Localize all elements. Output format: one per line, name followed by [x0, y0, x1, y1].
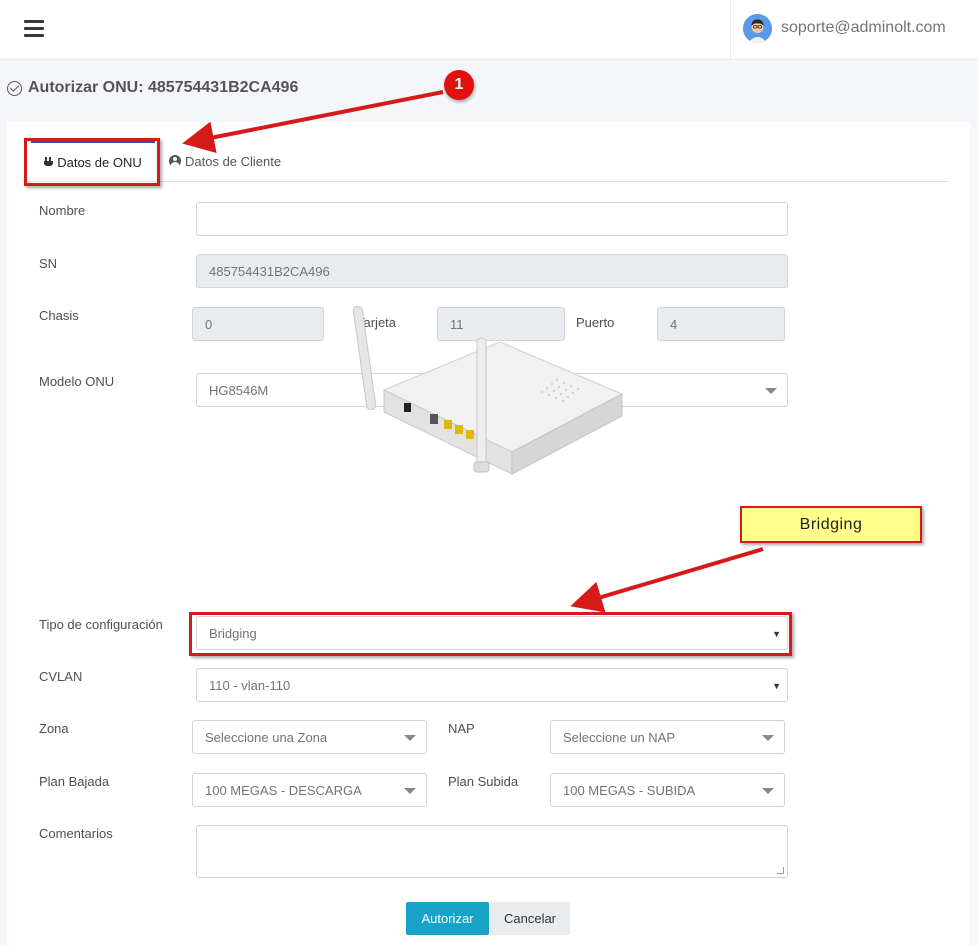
navbar-divider	[730, 0, 731, 60]
cancelar-button[interactable]: Cancelar	[490, 902, 570, 935]
tipo-config-label: Tipo de configuración	[39, 617, 163, 632]
comentarios-label: Comentarios	[39, 826, 113, 841]
zona-select[interactable]: Seleccione una Zona	[192, 720, 427, 754]
plan-subida-label: Plan Subida	[448, 774, 519, 789]
tab-bar: Datos de ONU Datos de Cliente	[27, 140, 949, 182]
plan-bajada-select[interactable]: 100 MEGAS - DESCARGA	[192, 773, 427, 807]
onu-router-image	[352, 305, 624, 475]
zona-label: Zona	[39, 721, 69, 736]
plan-bajada-value: 100 MEGAS - DESCARGA	[205, 782, 362, 798]
user-email[interactable]: soporte@adminolt.com	[781, 19, 946, 37]
sn-field: 485754431B2CA496	[196, 254, 788, 288]
plan-bajada-label: Plan Bajada	[39, 774, 110, 789]
plan-subida-select[interactable]: 100 MEGAS - SUBIDA	[550, 773, 785, 807]
page-title: Autorizar ONU: 485754431B2CA496	[7, 79, 298, 97]
resize-handle-icon[interactable]	[777, 867, 784, 874]
chevron-down-icon	[404, 735, 416, 741]
user-circle-icon	[169, 155, 181, 167]
cvlan-label: CVLAN	[39, 669, 83, 684]
cvlan-select[interactable]: 110 - vlan-110 ▼	[196, 668, 788, 702]
top-navbar: soporte@adminolt.com	[0, 0, 978, 60]
page-title-text: Autorizar ONU: 485754431B2CA496	[28, 79, 299, 96]
chasis-label: Chasis	[39, 308, 79, 323]
nombre-label: Nombre	[39, 203, 86, 218]
nap-value: Seleccione un NAP	[563, 729, 676, 745]
chevron-down-icon	[762, 788, 774, 794]
tab-datos-cliente-label: Datos de Cliente	[185, 153, 282, 169]
modelo-onu-label: Modelo ONU	[39, 374, 115, 389]
modelo-onu-value: HG8546M	[209, 382, 269, 398]
sn-label: SN	[39, 256, 58, 271]
nap-select[interactable]: Seleccione un NAP	[550, 720, 785, 754]
step-number-badge: 1	[444, 70, 474, 100]
comentarios-textarea[interactable]	[196, 825, 788, 878]
chasis-field: 0	[192, 307, 324, 341]
nombre-input[interactable]	[196, 202, 788, 236]
avatar[interactable]	[743, 14, 772, 43]
check-circle-icon	[7, 80, 22, 96]
chevron-down-icon: ▼	[772, 681, 781, 691]
puerto-field: 4	[657, 307, 785, 341]
bridging-callout: Bridging	[740, 506, 922, 543]
tab-highlight-box	[24, 138, 160, 186]
config-highlight-box	[189, 612, 792, 656]
chevron-down-icon	[765, 388, 777, 394]
plan-subida-value: 100 MEGAS - SUBIDA	[563, 782, 696, 798]
zona-value: Seleccione una Zona	[205, 729, 328, 745]
nap-label: NAP	[448, 721, 475, 736]
tab-datos-cliente[interactable]: Datos de Cliente	[169, 140, 281, 182]
chevron-down-icon	[762, 735, 774, 741]
hamburger-icon[interactable]	[24, 20, 44, 38]
autorizar-button[interactable]: Autorizar	[406, 902, 489, 935]
chevron-down-icon	[404, 788, 416, 794]
cvlan-value: 110 - vlan-110	[209, 677, 291, 693]
